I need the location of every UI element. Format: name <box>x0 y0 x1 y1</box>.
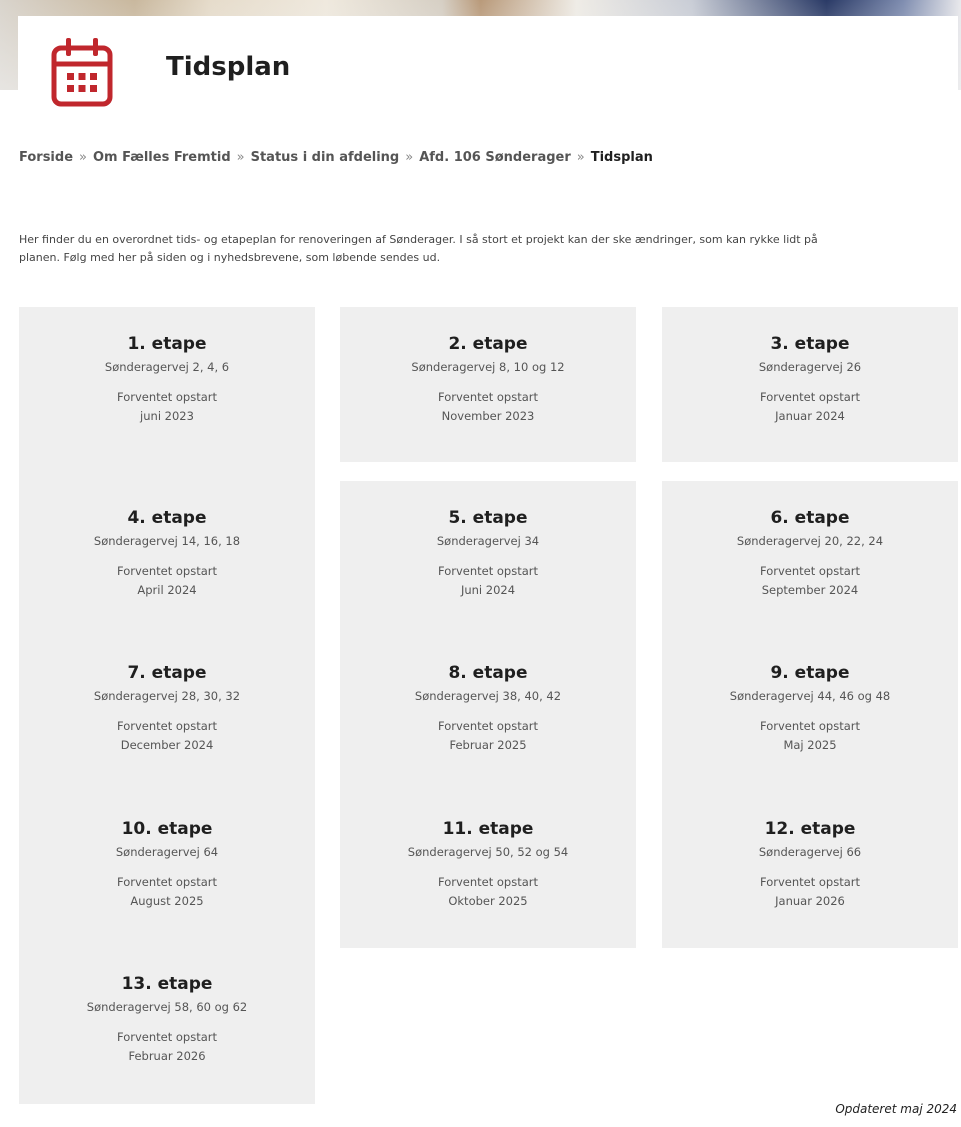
stage-start-label: Forventet opstart <box>759 390 860 404</box>
breadcrumb: Forside » Om Fælles Fremtid » Status i din a… <box>19 150 653 165</box>
stage-address: Sønderagervej 50, 52 og 54 <box>407 845 569 859</box>
stage-card-4: 4. etape Sønderagervej 14, 16, 18 Forven… <box>19 507 315 598</box>
stage-start-label: Forventet opstart <box>759 564 860 578</box>
stage-title: 2. etape <box>448 334 528 354</box>
breadcrumb-link-status[interactable]: Status i din afdeling <box>251 150 400 165</box>
stage-title: 3. etape <box>770 334 850 354</box>
stage-start-label: Forventet opstart <box>116 390 217 404</box>
stage-start-label: Forventet opstart <box>116 875 217 889</box>
page-title: Tidsplan <box>166 52 291 82</box>
stage-start-date: Februar 2025 <box>449 738 527 752</box>
stage-title: 4. etape <box>127 508 207 528</box>
calendar-icon <box>51 38 113 107</box>
stage-card-3: 3. etape Sønderagervej 26 Forventet opst… <box>662 333 958 424</box>
stage-title: 1. etape <box>127 334 207 354</box>
stage-title: 7. etape <box>127 663 207 683</box>
stage-start-date: November 2023 <box>441 409 535 423</box>
stage-address: Sønderagervej 44, 46 og 48 <box>729 689 891 703</box>
stage-start-label: Forventet opstart <box>116 564 217 578</box>
stage-start-date: Januar 2024 <box>775 409 845 423</box>
stage-start-date: December 2024 <box>120 738 214 752</box>
stage-start-date: Maj 2025 <box>783 738 837 752</box>
stage-address: Sønderagervej 14, 16, 18 <box>93 534 241 548</box>
stage-start-label: Forventet opstart <box>437 564 538 578</box>
stage-title: 5. etape <box>448 508 528 528</box>
breadcrumb-separator: » <box>79 150 87 165</box>
stage-start-label: Forventet opstart <box>437 875 538 889</box>
stage-card-8: 8. etape Sønderagervej 38, 40, 42 Forven… <box>340 662 636 753</box>
stage-start-date: April 2024 <box>137 583 197 597</box>
stage-start-date: August 2025 <box>130 894 204 908</box>
stage-card-12: 12. etape Sønderagervej 66 Forventet ops… <box>662 818 958 909</box>
stage-start-date: Februar 2026 <box>128 1049 206 1063</box>
breadcrumb-separator: » <box>576 150 585 165</box>
stage-address: Sønderagervej 20, 22, 24 <box>736 534 884 548</box>
stage-start-label: Forventet opstart <box>759 719 860 733</box>
stage-card-5: 5. etape Sønderagervej 34 Forventet opst… <box>340 507 636 598</box>
stage-address: Sønderagervej 34 <box>436 534 540 548</box>
stage-address: Sønderagervej 58, 60 og 62 <box>86 1000 248 1014</box>
stage-title: 13. etape <box>121 974 213 994</box>
stage-card-6: 6. etape Sønderagervej 20, 22, 24 Forven… <box>662 507 958 598</box>
stage-address: Sønderagervej 2, 4, 6 <box>104 360 230 374</box>
stage-card-13: 13. etape Sønderagervej 58, 60 og 62 For… <box>19 973 315 1064</box>
stage-start-label: Forventet opstart <box>759 875 860 889</box>
stage-start-label: Forventet opstart <box>116 719 217 733</box>
stage-card-9: 9. etape Sønderagervej 44, 46 og 48 Forv… <box>662 662 958 753</box>
page-header: Tidsplan <box>18 16 958 126</box>
stage-start-date: juni 2023 <box>140 409 194 423</box>
breadcrumb-link-afdeling[interactable]: Afd. 106 Sønderager <box>419 150 571 165</box>
stage-start-label: Forventet opstart <box>437 719 538 733</box>
stage-title: 12. etape <box>764 819 856 839</box>
breadcrumb-separator: » <box>405 150 414 165</box>
stage-address: Sønderagervej 66 <box>758 845 862 859</box>
breadcrumb-current: Tidsplan <box>590 150 653 165</box>
stage-title: 8. etape <box>448 663 528 683</box>
stage-address: Sønderagervej 64 <box>115 845 219 859</box>
stage-card-7: 7. etape Sønderagervej 28, 30, 32 Forven… <box>19 662 315 753</box>
stage-start-date: Januar 2026 <box>775 894 845 908</box>
stage-address: Sønderagervej 26 <box>758 360 862 374</box>
stage-start-label: Forventet opstart <box>437 390 538 404</box>
intro-line: Her finder du en overordnet tids- og eta… <box>19 233 818 246</box>
stage-start-date: September 2024 <box>761 583 859 597</box>
stage-start-date: Juni 2024 <box>460 583 516 597</box>
stage-start-label: Forventet opstart <box>116 1030 217 1044</box>
stage-card-10: 10. etape Sønderagervej 64 Forventet ops… <box>19 818 315 909</box>
stage-address: Sønderagervej 38, 40, 42 <box>414 689 562 703</box>
breadcrumb-separator: » <box>236 150 245 165</box>
updated-note: Opdateret maj 2024 <box>835 1102 957 1116</box>
stage-title: 6. etape <box>770 508 850 528</box>
stage-address: Sønderagervej 8, 10 og 12 <box>411 360 565 374</box>
intro-line: planen. Følg med her på siden og i nyhed… <box>19 251 441 264</box>
stage-title: 11. etape <box>442 819 534 839</box>
stage-card-11: 11. etape Sønderagervej 50, 52 og 54 For… <box>340 818 636 909</box>
stage-card-2: 2. etape Sønderagervej 8, 10 og 12 Forve… <box>340 333 636 424</box>
intro-text: Her finder du en overordnet tids- og eta… <box>19 231 934 267</box>
stage-start-date: Oktober 2025 <box>448 894 528 908</box>
stage-address: Sønderagervej 28, 30, 32 <box>93 689 241 703</box>
stage-title: 10. etape <box>121 819 213 839</box>
stage-title: 9. etape <box>770 663 850 683</box>
breadcrumb-link-forside[interactable]: Forside <box>19 150 73 165</box>
stage-card-1: 1. etape Sønderagervej 2, 4, 6 Forventet… <box>19 333 315 424</box>
breadcrumb-link-om-faelles-fremtid[interactable]: Om Fælles Fremtid <box>93 150 231 165</box>
